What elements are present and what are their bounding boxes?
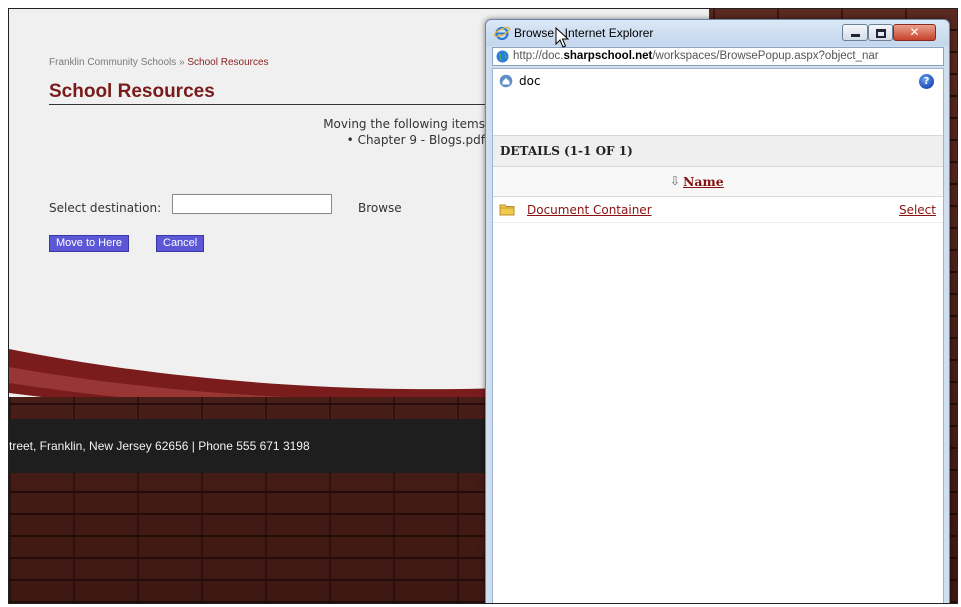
cancel-button[interactable]: Cancel: [156, 235, 205, 252]
select-destination-label: Select destination:: [49, 201, 162, 215]
screenshot-frame: Franklin Community Schools » School Reso…: [8, 8, 958, 604]
close-icon: ✕: [909, 25, 920, 39]
details-count: DETAILS (1-1 OF 1): [500, 144, 633, 158]
select-link[interactable]: Select: [899, 203, 936, 217]
maximize-icon: [876, 29, 886, 38]
ie-icon: [494, 26, 510, 41]
breadcrumb-separator: »: [176, 57, 188, 68]
url-prefix: http://doc.: [513, 50, 564, 62]
footer-address: treet, Franklin, New Jersey 62656 | Phon…: [9, 439, 310, 453]
moving-items-text: Moving the following items: [323, 117, 485, 131]
maximize-button[interactable]: [868, 24, 893, 41]
url-path: /workspaces/BrowsePopup.aspx?object_nar: [652, 50, 879, 62]
url-text: http://doc.sharpschool.net/workspaces/Br…: [513, 50, 941, 62]
sort-arrow-icon: ⇩: [670, 174, 681, 188]
url-domain: sharpschool.net: [563, 50, 653, 62]
destination-input[interactable]: [172, 194, 332, 214]
minimize-icon: [851, 34, 860, 37]
move-to-here-button[interactable]: Move to Here: [49, 235, 130, 252]
home-icon: [499, 74, 513, 88]
address-bar[interactable]: http://doc.sharpschool.net/workspaces/Br…: [492, 47, 944, 66]
minimize-button[interactable]: [842, 24, 868, 41]
popup-title: Browse - Internet Explorer: [514, 26, 654, 40]
cursor-icon: [555, 27, 569, 48]
help-icon[interactable]: ?: [919, 74, 934, 89]
name-column-header: ⇩ Name: [493, 167, 943, 197]
close-button[interactable]: ✕: [893, 24, 936, 41]
browse-popup-window: Browse - Internet Explorer ✕ http://doc.…: [485, 19, 950, 603]
breadcrumb-root-link[interactable]: Franklin Community Schools: [49, 57, 176, 68]
table-row: Document Container Select: [493, 197, 943, 223]
popup-content: doc ? DETAILS (1-1 OF 1) ⇩ Name Document…: [492, 68, 944, 603]
name-sort-link[interactable]: Name: [683, 174, 724, 189]
page-title: School Resources: [49, 81, 215, 102]
breadcrumb: Franklin Community Schools » School Reso…: [49, 57, 269, 68]
moving-item-name: Chapter 9 - Blogs.pdf: [357, 133, 485, 147]
moving-item: • Chapter 9 - Blogs.pdf: [346, 133, 485, 147]
root-folder-row[interactable]: doc ?: [493, 69, 943, 95]
breadcrumb-current-link[interactable]: School Resources: [187, 57, 268, 68]
details-header: DETAILS (1-1 OF 1): [493, 135, 943, 167]
document-container-link[interactable]: Document Container: [527, 203, 652, 217]
globe-icon: [496, 50, 509, 63]
root-folder-label: doc: [519, 74, 541, 88]
folder-icon: [499, 204, 515, 216]
browse-link[interactable]: Browse: [358, 201, 402, 215]
